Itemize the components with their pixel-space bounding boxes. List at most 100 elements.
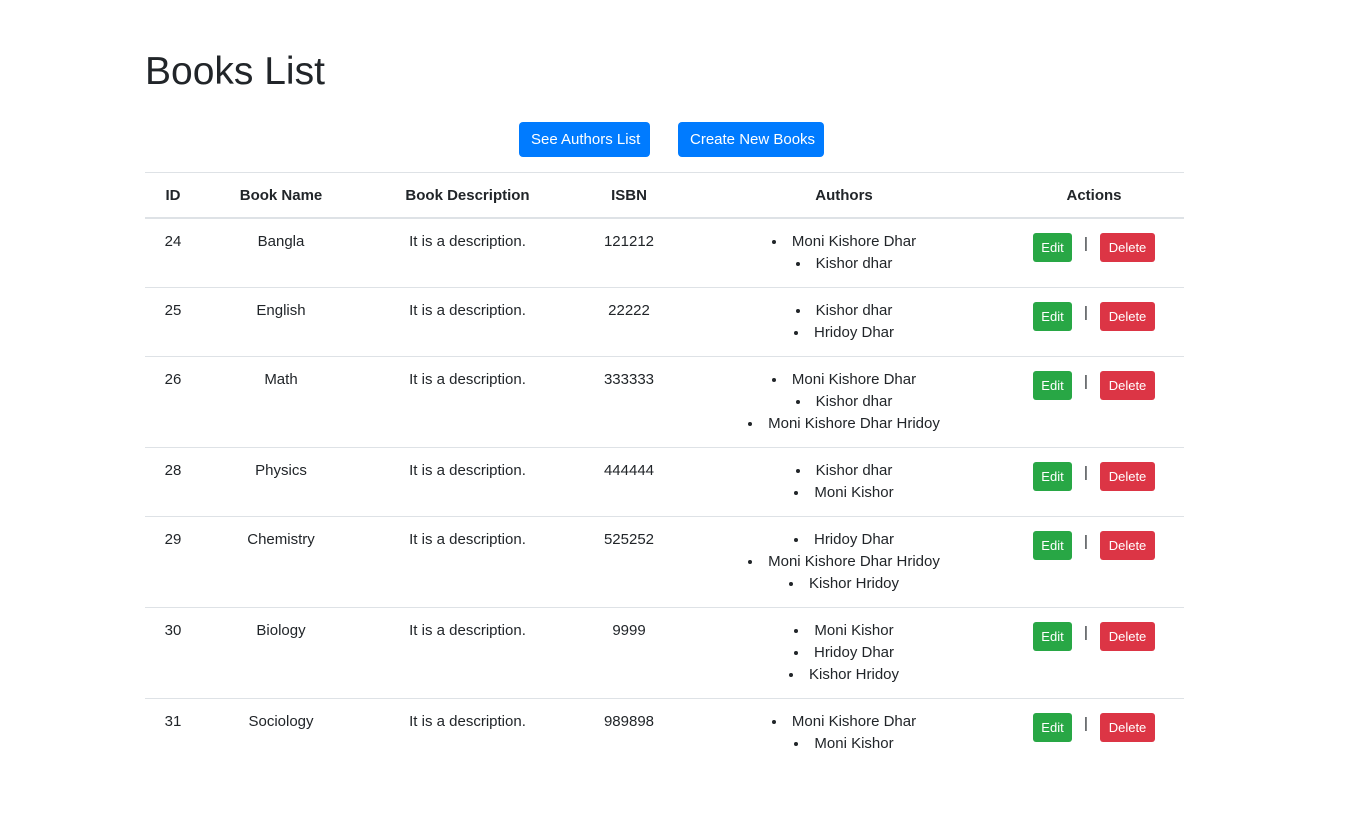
author-list-item: Hridoy Dhar — [684, 642, 1004, 664]
author-list-item: Moni Kishore Dhar — [684, 369, 1004, 391]
author-list-item: Moni Kishor — [684, 733, 1004, 755]
book-id-cell: 29 — [145, 516, 201, 608]
author-list-item: Kishor dhar — [684, 300, 1004, 322]
author-list-item: Kishor Hridoy — [684, 664, 1004, 686]
authors-list: Kishor dharMoni Kishor — [684, 460, 1004, 504]
edit-button[interactable]: Edit — [1033, 302, 1072, 331]
book-description-cell: It is a description. — [361, 607, 574, 699]
book-name-cell: Physics — [201, 447, 361, 517]
table-row: 30BiologyIt is a description.9999Moni Ki… — [145, 607, 1184, 699]
book-name-cell: Biology — [201, 607, 361, 699]
book-authors-cell: Moni Kishore DharMoni Kishor — [684, 698, 1004, 767]
edit-button[interactable]: Edit — [1033, 371, 1072, 400]
book-isbn-cell: 444444 — [574, 447, 684, 517]
toolbar: See Authors List Create New Books — [145, 122, 1184, 157]
book-actions-cell: Edit | Delete — [1004, 447, 1184, 517]
book-authors-cell: Moni KishorHridoy DharKishor Hridoy — [684, 607, 1004, 699]
table-row: 28PhysicsIt is a description.444444Kisho… — [145, 447, 1184, 517]
row-actions: Edit | Delete — [1004, 231, 1184, 262]
book-name-cell: Bangla — [257, 233, 305, 250]
author-list-item: Kishor Hridoy — [684, 573, 1004, 595]
row-actions: Edit | Delete — [1004, 300, 1184, 331]
author-list-item: Moni Kishore Dhar Hridoy — [684, 413, 1004, 435]
book-id-cell: 26 — [145, 356, 201, 448]
book-description-cell: It is a description. — [361, 447, 574, 517]
book-actions-cell: Edit | Delete — [1004, 698, 1184, 767]
book-actions-cell: Edit | Delete — [1004, 218, 1184, 288]
book-authors-cell: Moni Kishore DharKishor dhar — [684, 218, 1004, 288]
book-name-cell: Math — [201, 356, 361, 448]
authors-list: Moni Kishore DharKishor dhar — [684, 231, 1004, 275]
book-authors-cell: Moni Kishore DharKishor dharMoni Kishore… — [684, 356, 1004, 448]
authors-list: Moni Kishore DharKishor dharMoni Kishore… — [684, 369, 1004, 435]
action-separator: | — [1084, 235, 1088, 252]
authors-list: Moni Kishore DharMoni Kishor — [684, 711, 1004, 755]
book-description-cell: It is a description. — [361, 287, 574, 357]
header-book-name: Book Name — [201, 172, 361, 219]
edit-button[interactable]: Edit — [1033, 531, 1072, 560]
author-list-item: Kishor dhar — [684, 253, 1004, 275]
authors-list: Kishor dharHridoy Dhar — [684, 300, 1004, 344]
book-name-cell: Sociology — [201, 698, 361, 767]
create-new-books-button[interactable]: Create New Books — [678, 122, 824, 157]
delete-button[interactable]: Delete — [1100, 371, 1155, 400]
row-actions: Edit | Delete — [1004, 529, 1184, 560]
table-row: 29ChemistryIt is a description.525252Hri… — [145, 516, 1184, 608]
edit-button[interactable]: Edit — [1033, 462, 1072, 491]
book-authors-cell: Kishor dharMoni Kishor — [684, 447, 1004, 517]
header-actions: Actions — [1004, 172, 1184, 219]
row-actions: Edit | Delete — [1004, 620, 1184, 651]
header-authors: Authors — [684, 172, 1004, 219]
author-list-item: Kishor dhar — [684, 460, 1004, 482]
edit-button[interactable]: Edit — [1033, 233, 1072, 262]
action-separator: | — [1084, 624, 1088, 641]
book-description-cell: It is a description. — [409, 233, 526, 250]
book-actions-cell: Edit | Delete — [1004, 356, 1184, 448]
book-description-cell: It is a description. — [361, 356, 574, 448]
book-isbn-cell: 333333 — [574, 356, 684, 448]
header-id: ID — [145, 172, 201, 219]
action-separator: | — [1084, 304, 1088, 321]
book-authors-cell: Kishor dharHridoy Dhar — [684, 287, 1004, 357]
author-list-item: Moni Kishore Dhar — [684, 711, 1004, 733]
author-list-item: Moni Kishor — [684, 620, 1004, 642]
author-list-item: Hridoy Dhar — [684, 529, 1004, 551]
book-authors-cell: Hridoy DharMoni Kishore Dhar HridoyKisho… — [684, 516, 1004, 608]
action-separator: | — [1084, 464, 1088, 481]
delete-button[interactable]: Delete — [1100, 302, 1155, 331]
action-separator: | — [1084, 715, 1088, 732]
delete-button[interactable]: Delete — [1100, 233, 1155, 262]
table-row: 25EnglishIt is a description.22222Kishor… — [145, 287, 1184, 357]
row-actions: Edit | Delete — [1004, 460, 1184, 491]
delete-button[interactable]: Delete — [1100, 531, 1155, 560]
book-name-cell: English — [201, 287, 361, 357]
book-id-cell: 24 — [164, 233, 182, 250]
book-isbn-cell: 22222 — [574, 287, 684, 357]
row-actions: Edit | Delete — [1004, 711, 1184, 742]
book-id-cell: 28 — [145, 447, 201, 517]
edit-button[interactable]: Edit — [1033, 622, 1072, 651]
delete-button[interactable]: Delete — [1100, 462, 1155, 491]
page-title: Books List — [145, 50, 325, 93]
edit-button[interactable]: Edit — [1033, 713, 1072, 742]
book-description-cell: It is a description. — [361, 516, 574, 608]
book-name-cell: Chemistry — [201, 516, 361, 608]
author-list-item: Hridoy Dhar — [684, 322, 1004, 344]
delete-button[interactable]: Delete — [1100, 713, 1155, 742]
header-isbn: ISBN — [574, 172, 684, 219]
table-body: 24 Bangla It is a description. 121212 Moni K… — [145, 218, 1184, 767]
see-authors-list-button[interactable]: See Authors List — [519, 122, 650, 157]
book-isbn-cell: 989898 — [574, 698, 684, 767]
book-actions-cell: Edit | Delete — [1004, 287, 1184, 357]
author-list-item: Moni Kishor — [684, 482, 1004, 504]
author-list-item: Kishor dhar — [684, 391, 1004, 413]
authors-list: Moni KishorHridoy DharKishor Hridoy — [684, 620, 1004, 686]
book-actions-cell: Edit | Delete — [1004, 516, 1184, 608]
table-row: 24 Bangla It is a description. 121212 Moni K… — [145, 218, 1184, 288]
author-list-item: Moni Kishore Dhar — [684, 231, 1004, 253]
book-isbn-cell: 121212 — [603, 233, 655, 250]
row-actions: Edit | Delete — [1004, 369, 1184, 400]
delete-button[interactable]: Delete — [1100, 622, 1155, 651]
action-separator: | — [1084, 373, 1088, 390]
table-row: 31SociologyIt is a description.989898Mon… — [145, 698, 1184, 767]
